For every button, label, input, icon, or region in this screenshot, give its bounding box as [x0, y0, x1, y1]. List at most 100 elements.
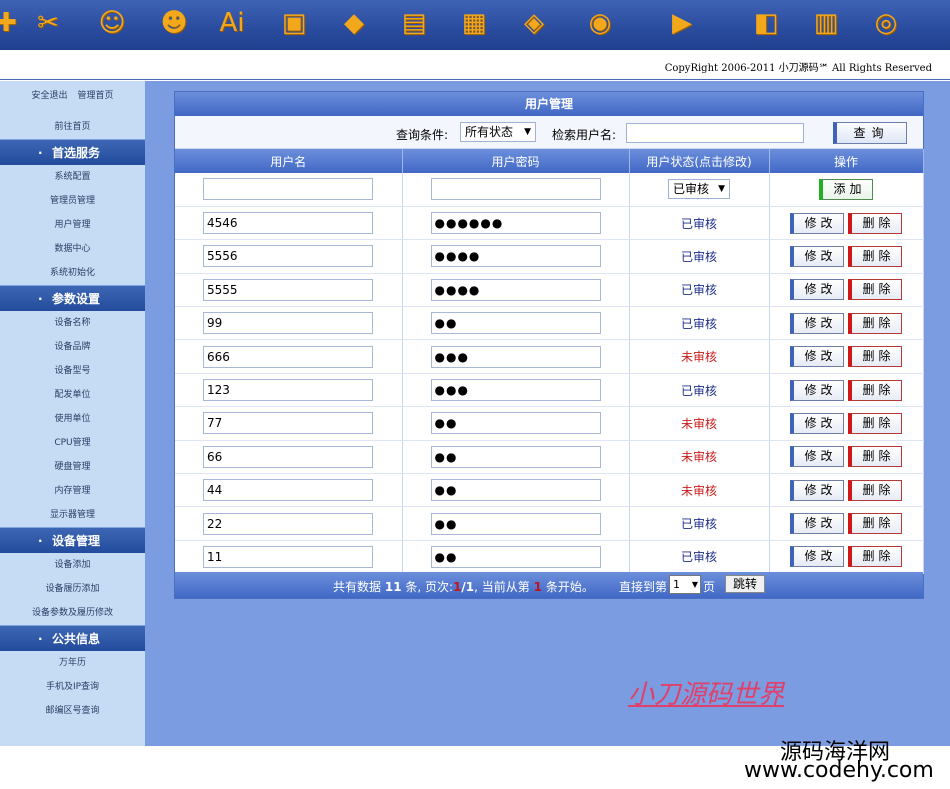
- status-toggle[interactable]: 已审核: [681, 550, 717, 564]
- sidebar-item[interactable]: 设备名称: [0, 311, 145, 335]
- tools-icon[interactable]: ✚: [0, 4, 24, 42]
- home-link[interactable]: 前往首页: [0, 117, 145, 139]
- add-button[interactable]: 添加: [819, 178, 873, 200]
- sidebar-item[interactable]: 设备品牌: [0, 335, 145, 359]
- sidebar-item[interactable]: 设备添加: [0, 553, 145, 577]
- username-input[interactable]: 22: [203, 512, 373, 535]
- username-input[interactable]: 44: [203, 479, 373, 502]
- username-input[interactable]: 5555: [203, 278, 373, 301]
- sidebar-item[interactable]: 配发单位: [0, 383, 145, 407]
- password-input[interactable]: ●●: [430, 312, 601, 335]
- board-icon[interactable]: ▦: [456, 4, 492, 42]
- status-toggle[interactable]: 已审核: [681, 517, 717, 531]
- tools-icon[interactable]: ✂: [30, 4, 66, 42]
- sidebar-item[interactable]: 内存管理: [0, 479, 145, 503]
- edit-button[interactable]: 修改: [790, 513, 844, 535]
- username-input[interactable]: 5556: [203, 245, 373, 268]
- briefcase-icon[interactable]: ▣: [276, 4, 312, 42]
- password-input[interactable]: ●●: [430, 445, 601, 468]
- username-input[interactable]: 11: [203, 545, 373, 568]
- password-input[interactable]: ●●●●: [430, 245, 601, 268]
- delete-button[interactable]: 删除: [848, 513, 902, 535]
- logout-link[interactable]: 安全退出: [31, 88, 67, 117]
- status-toggle[interactable]: 未审核: [681, 484, 717, 498]
- sidebar-item[interactable]: 设备履历添加: [0, 577, 145, 601]
- delete-button[interactable]: 删除: [848, 479, 902, 501]
- edit-button[interactable]: 修改: [790, 212, 844, 234]
- username-input[interactable]: 66: [203, 445, 373, 468]
- delete-button[interactable]: 删除: [848, 379, 902, 401]
- chip-icon[interactable]: ◆: [336, 4, 372, 42]
- password-input[interactable]: ●●●: [430, 379, 601, 402]
- edit-button[interactable]: 修改: [790, 546, 844, 568]
- query-button[interactable]: 查询: [833, 122, 907, 144]
- password-input[interactable]: ●●: [430, 512, 601, 535]
- edit-button[interactable]: 修改: [790, 379, 844, 401]
- sidebar-section-header[interactable]: · 设备管理: [0, 527, 145, 553]
- delete-button[interactable]: 删除: [848, 412, 902, 434]
- sidebar-item[interactable]: 使用单位: [0, 407, 145, 431]
- page-select[interactable]: 1 ▼: [669, 575, 701, 594]
- sidebar-item[interactable]: 设备型号: [0, 359, 145, 383]
- disc-icon[interactable]: ◈: [516, 4, 552, 42]
- search-input[interactable]: [626, 123, 804, 143]
- status-toggle[interactable]: 已审核: [681, 384, 717, 398]
- status-toggle[interactable]: 未审核: [681, 350, 717, 364]
- username-input[interactable]: 77: [203, 412, 373, 435]
- sidebar-item[interactable]: 设备参数及履历修改: [0, 601, 145, 625]
- status-toggle[interactable]: 未审核: [681, 417, 717, 431]
- sidebar-item[interactable]: 硬盘管理: [0, 455, 145, 479]
- admin-home-link[interactable]: 管理首页: [78, 88, 114, 117]
- edit-button[interactable]: 修改: [790, 346, 844, 368]
- jump-button[interactable]: 跳转: [725, 575, 765, 593]
- sidebar-item[interactable]: 管理员管理: [0, 189, 145, 213]
- edit-button[interactable]: 修改: [790, 312, 844, 334]
- status-toggle[interactable]: 已审核: [681, 283, 717, 297]
- photo-icon[interactable]: ◉: [582, 4, 618, 42]
- status-toggle[interactable]: 已审核: [681, 217, 717, 231]
- username-input[interactable]: 666: [203, 345, 373, 368]
- harddisk-icon[interactable]: ▤: [396, 4, 432, 42]
- edit-button[interactable]: 修改: [790, 479, 844, 501]
- new-status-select[interactable]: 已审核 ▼: [668, 179, 730, 200]
- password-input[interactable]: ●●: [430, 479, 601, 502]
- delete-button[interactable]: 删除: [848, 245, 902, 267]
- delete-button[interactable]: 删除: [848, 546, 902, 568]
- new-password-input[interactable]: [430, 178, 601, 201]
- username-input[interactable]: 4546: [203, 212, 373, 235]
- status-filter-select[interactable]: 所有状态 ▼: [460, 122, 536, 142]
- password-input[interactable]: ●●●●: [430, 278, 601, 301]
- sidebar-section-header[interactable]: · 首选服务: [0, 139, 145, 165]
- delete-button[interactable]: 删除: [848, 346, 902, 368]
- password-input[interactable]: ●●: [430, 545, 601, 568]
- sidebar-item[interactable]: 邮编区号查询: [0, 699, 145, 723]
- status-toggle[interactable]: 已审核: [681, 317, 717, 331]
- ai-icon[interactable]: Ai: [214, 4, 250, 42]
- users-icon[interactable]: ☻: [156, 4, 192, 42]
- username-input[interactable]: 99: [203, 312, 373, 335]
- edit-button[interactable]: 修改: [790, 279, 844, 301]
- sidebar-item[interactable]: 手机及IP查询: [0, 675, 145, 699]
- status-toggle[interactable]: 已审核: [681, 250, 717, 264]
- sidebar-item[interactable]: 显示器管理: [0, 503, 145, 527]
- sidebar-section-header[interactable]: · 公共信息: [0, 625, 145, 651]
- password-input[interactable]: ●●●●●●: [430, 212, 601, 235]
- calendar-icon[interactable]: ▥: [808, 4, 844, 42]
- edit-button[interactable]: 修改: [790, 412, 844, 434]
- delete-button[interactable]: 删除: [848, 279, 902, 301]
- user-icon[interactable]: ☺: [94, 4, 130, 42]
- delete-button[interactable]: 删除: [848, 312, 902, 334]
- password-input[interactable]: ●●●: [430, 345, 601, 368]
- sidebar-item[interactable]: 系统初始化: [0, 261, 145, 285]
- sidebar-item[interactable]: CPU管理: [0, 431, 145, 455]
- new-username-input[interactable]: [203, 178, 373, 201]
- delete-button[interactable]: 删除: [848, 212, 902, 234]
- sidebar-item[interactable]: 用户管理: [0, 213, 145, 237]
- clapper-icon[interactable]: ▶: [664, 4, 700, 42]
- sidebar-section-header[interactable]: · 参数设置: [0, 285, 145, 311]
- edit-button[interactable]: 修改: [790, 446, 844, 468]
- sidebar-item[interactable]: 万年历: [0, 651, 145, 675]
- package-icon[interactable]: ◧: [748, 4, 784, 42]
- sidebar-item[interactable]: 系统配置: [0, 165, 145, 189]
- delete-button[interactable]: 删除: [848, 446, 902, 468]
